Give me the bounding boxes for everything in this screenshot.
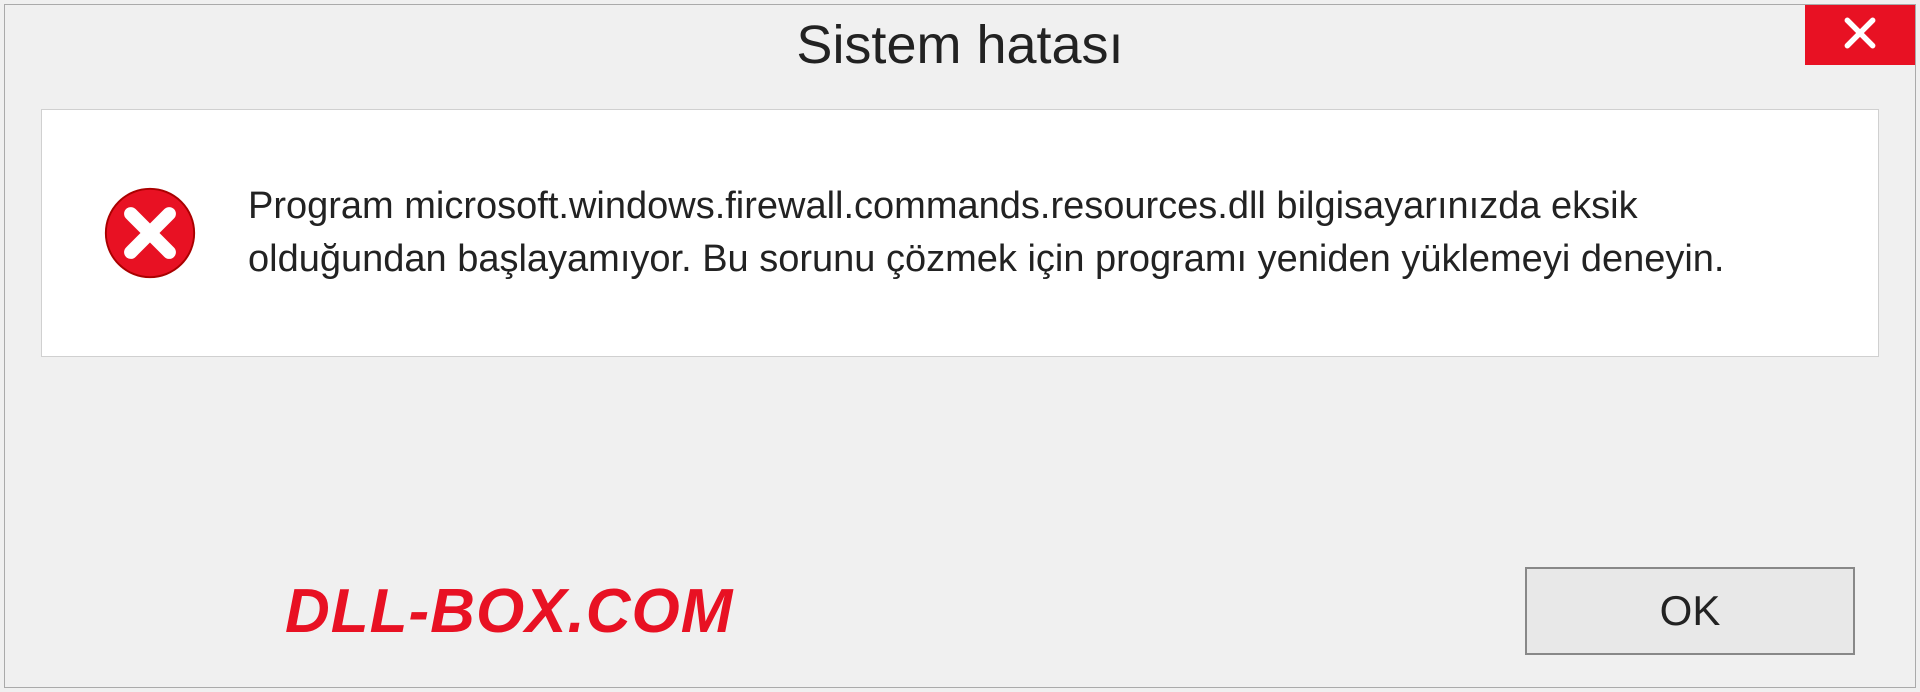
- error-icon: [102, 185, 198, 281]
- dialog-title: Sistem hatası: [796, 14, 1123, 76]
- titlebar: Sistem hatası: [5, 5, 1915, 85]
- ok-button[interactable]: OK: [1525, 567, 1855, 655]
- close-icon: [1841, 14, 1879, 57]
- watermark-text: DLL-BOX.COM: [285, 576, 733, 647]
- dialog-footer: DLL-BOX.COM OK: [5, 567, 1915, 655]
- close-button[interactable]: [1805, 5, 1915, 65]
- error-dialog: Sistem hatası Program microsoft.windows.…: [4, 4, 1916, 688]
- content-panel: Program microsoft.windows.firewall.comma…: [41, 109, 1879, 357]
- error-message: Program microsoft.windows.firewall.comma…: [248, 180, 1818, 286]
